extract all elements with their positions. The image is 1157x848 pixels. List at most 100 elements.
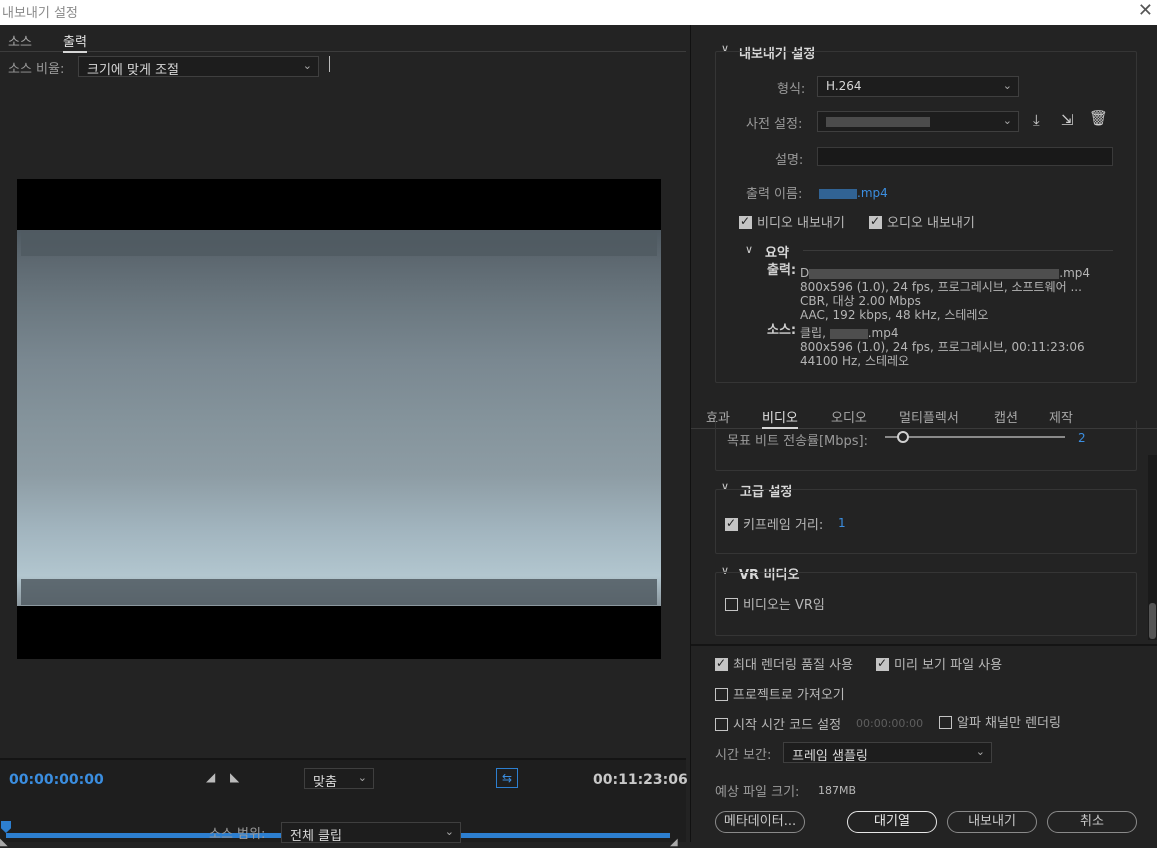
chevron-down-icon: ⌄ bbox=[975, 745, 985, 758]
timecode-end: 00:11:23:06 bbox=[593, 772, 688, 788]
divider bbox=[691, 644, 1157, 646]
export-audio-label: 오디오 내보내기 bbox=[887, 216, 975, 231]
checkbox-checked[interactable] bbox=[876, 656, 889, 671]
time-interpolation-label: 시간 보간: bbox=[715, 748, 772, 763]
output-path-ext: .mp4 bbox=[1059, 266, 1091, 280]
source-range-dropdown[interactable]: 전체 클립 ⌄ bbox=[281, 822, 461, 844]
cancel-button[interactable]: 취소 bbox=[1047, 811, 1137, 833]
export-audio-checkbox[interactable]: 오디오 내보내기 bbox=[869, 212, 975, 231]
trash-icon[interactable]: 🗑 bbox=[1089, 109, 1108, 127]
export-video-label: 비디오 내보내기 bbox=[757, 216, 845, 231]
summary-source-line3: 44100 Hz, 스테레오 bbox=[800, 354, 910, 368]
alpha-only-label: 알파 채널만 렌더링 bbox=[957, 716, 1061, 731]
target-bitrate-label: 목표 비트 전송률[Mbps]: bbox=[727, 434, 869, 449]
chevron-down-icon: ⌄ bbox=[1002, 79, 1012, 92]
output-name-label: 출력 이름: bbox=[746, 187, 803, 202]
source-clip-ext: .mp4 bbox=[867, 326, 899, 340]
in-handle-icon[interactable]: ◣ bbox=[0, 837, 8, 848]
output-name-redacted bbox=[819, 188, 857, 199]
source-clip-prefix: 클립, bbox=[800, 326, 830, 340]
checkbox-unchecked[interactable] bbox=[939, 716, 952, 729]
summary-header[interactable]: 요약 bbox=[765, 242, 789, 261]
checkbox-checked[interactable] bbox=[869, 214, 882, 229]
keyframe-value[interactable]: 1 bbox=[838, 516, 846, 530]
use-preview-files-checkbox[interactable]: 미리 보기 파일 사용 bbox=[876, 654, 1002, 673]
source-clip-redacted bbox=[829, 328, 868, 339]
comment-field[interactable] bbox=[817, 147, 1113, 166]
vr-checkbox[interactable]: 비디오는 VR임 bbox=[725, 594, 825, 613]
scrollbar-thumb[interactable] bbox=[1149, 603, 1156, 639]
max-render-quality-checkbox[interactable]: 최대 렌더링 품질 사용 bbox=[715, 654, 853, 673]
frame-band bbox=[21, 230, 657, 256]
summary-source-line2: 800x596 (1.0), 24 fps, 프로그레시브, 00:11:23:… bbox=[800, 340, 1085, 354]
settings-panel: ∨ 내보내기 설정 형식: H.264 ⌄ 사전 설정: ⌄ ⤓ ⇲ 🗑 설명:… bbox=[690, 25, 1157, 842]
summary-output: D .mp4 800x596 (1.0), 24 fps, 프로그레시브, 소프트… bbox=[800, 266, 1090, 322]
divider bbox=[803, 250, 1113, 251]
chevron-down-icon: ⌄ bbox=[444, 825, 454, 838]
import-into-project-checkbox[interactable]: 프로젝트로 가져오기 bbox=[715, 684, 845, 703]
out-handle-icon[interactable]: ◢ bbox=[670, 837, 678, 848]
export-button[interactable]: 내보내기 bbox=[947, 811, 1037, 833]
settings-scrollbar[interactable] bbox=[1148, 455, 1157, 640]
export-video-checkbox[interactable]: 비디오 내보내기 bbox=[739, 212, 845, 231]
fit-dropdown[interactable]: 맞춤 ⌄ bbox=[304, 768, 374, 790]
preview-files-label: 미리 보기 파일 사용 bbox=[894, 658, 1003, 673]
tab-source[interactable]: 소스 bbox=[8, 31, 32, 50]
output-name-link[interactable]: .mp4 bbox=[819, 186, 888, 200]
format-dropdown[interactable]: H.264 ⌄ bbox=[817, 76, 1019, 97]
source-scaling-value: 크기에 맞게 조절 bbox=[87, 63, 179, 78]
output-path-prefix: D bbox=[800, 266, 810, 280]
alpha-only-checkbox[interactable]: 알파 채널만 렌더링 bbox=[939, 712, 1061, 731]
source-scaling-dropdown[interactable]: 크기에 맞게 조절 ⌄ bbox=[78, 56, 319, 78]
chevron-down-icon: ⌄ bbox=[302, 59, 312, 72]
queue-button[interactable]: 대기열 bbox=[847, 811, 937, 833]
metadata-button[interactable]: 메타데이터... bbox=[715, 811, 805, 833]
comment-label: 설명: bbox=[775, 153, 804, 168]
output-path-redacted bbox=[809, 268, 1060, 279]
keyframe-label: 키프레임 거리: bbox=[743, 518, 824, 533]
time-interpolation-dropdown[interactable]: 프레임 샘플링 ⌄ bbox=[783, 742, 992, 764]
chevron-down-icon[interactable]: ∨ bbox=[745, 243, 753, 256]
target-bitrate-value[interactable]: 2 bbox=[1078, 431, 1086, 445]
start-timecode-checkbox[interactable]: 시작 시간 코드 설정 bbox=[715, 714, 841, 733]
summary-output-line2: 800x596 (1.0), 24 fps, 프로그레시브, 소프트웨어 ... bbox=[800, 280, 1082, 294]
checkbox-unchecked[interactable] bbox=[725, 598, 738, 611]
summary-source-line1: 클립, .mp4 bbox=[800, 326, 1085, 340]
start-timecode-label: 시작 시간 코드 설정 bbox=[733, 718, 842, 733]
aspect-toggle-icon[interactable]: ⇆ bbox=[496, 768, 518, 788]
frame-band bbox=[21, 579, 657, 605]
playhead[interactable] bbox=[1, 821, 11, 833]
estimated-size-value: 187MB bbox=[818, 784, 857, 797]
set-out-point-icon[interactable]: ◣ bbox=[230, 770, 239, 784]
preset-label: 사전 설정: bbox=[746, 117, 803, 132]
checkbox-checked[interactable] bbox=[725, 516, 738, 531]
target-bitrate-slider[interactable] bbox=[885, 436, 1065, 438]
summary-output-line1: D .mp4 bbox=[800, 266, 1090, 280]
max-render-label: 최대 렌더링 품질 사용 bbox=[733, 658, 854, 673]
summary-source: 클립, .mp4 800x596 (1.0), 24 fps, 프로그레시브, … bbox=[800, 326, 1085, 368]
tab-output[interactable]: 출력 bbox=[63, 31, 87, 53]
start-timecode-value: 00:00:00:00 bbox=[856, 717, 924, 730]
time-interpolation-value: 프레임 샘플링 bbox=[792, 749, 868, 764]
source-range-label: 소스 범위: bbox=[209, 827, 266, 842]
preview-tabs: 소스 출력 bbox=[0, 25, 686, 53]
preset-dropdown[interactable]: ⌄ bbox=[817, 111, 1019, 132]
window-title: 내보내기 설정 bbox=[2, 6, 78, 21]
source-scaling-label: 소스 비율: bbox=[8, 62, 65, 77]
timecode-current[interactable]: 00:00:00:00 bbox=[9, 772, 104, 788]
estimated-size-label: 예상 파일 크기: bbox=[715, 785, 800, 800]
checkbox-unchecked[interactable] bbox=[715, 718, 728, 731]
import-preset-icon[interactable]: ⇲ bbox=[1061, 111, 1074, 129]
checkbox-unchecked[interactable] bbox=[715, 688, 728, 701]
summary-output-line3: CBR, 대상 2.00 Mbps bbox=[800, 294, 921, 308]
checkbox-checked[interactable] bbox=[739, 214, 752, 229]
vr-checkbox-label: 비디오는 VR임 bbox=[743, 598, 825, 613]
checkbox-checked[interactable] bbox=[715, 656, 728, 671]
set-in-point-icon[interactable]: ◢ bbox=[206, 770, 215, 784]
output-name-ext: .mp4 bbox=[857, 186, 888, 200]
keyframe-checkbox[interactable]: 키프레임 거리: bbox=[725, 514, 823, 533]
target-bitrate-slider-knob[interactable] bbox=[897, 431, 909, 443]
save-preset-icon[interactable]: ⤓ bbox=[1033, 111, 1040, 129]
divider bbox=[329, 56, 330, 72]
close-icon[interactable]: ✕ bbox=[1138, 0, 1153, 21]
